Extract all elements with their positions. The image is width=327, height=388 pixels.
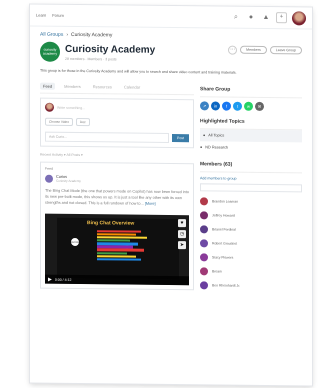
member-avatar <box>200 197 208 206</box>
share-icons: ↗ in f t w ✉ <box>200 101 302 111</box>
feed-post: Feed Curios Curiosity Academy The Bing C… <box>40 161 194 291</box>
search-icon[interactable]: ⌕ <box>231 13 241 21</box>
post-button[interactable]: Post <box>171 134 189 143</box>
play-icon[interactable]: ▶ <box>48 276 52 282</box>
video-controls: ▶ 0:00 / 4:12 <box>45 274 189 286</box>
video-title: Bing Chat Overview <box>87 220 135 227</box>
nav-link-forum[interactable]: Forum <box>52 13 64 18</box>
twitter-icon[interactable]: t <box>233 101 242 111</box>
highlighted-topics-title: Highlighted Topics <box>200 110 302 131</box>
member-item[interactable]: Brandon Leaman <box>200 197 302 206</box>
video-time: 0:00 / 4:12 <box>54 277 72 282</box>
members-title: Members (63) <box>200 153 302 174</box>
member-name: Bream <box>212 269 222 274</box>
clock-icon[interactable]: ◷ <box>178 230 186 239</box>
tag-icon: ● <box>200 145 203 150</box>
breadcrumb-separator: › <box>66 31 69 38</box>
doc-button[interactable]: Doc <box>75 118 90 127</box>
side-column: Share Group ↗ in f t w ✉ Highlighted Topics ●… <box>200 78 302 291</box>
topic-all[interactable]: ● All Topics <box>200 129 302 143</box>
group-meta: 28 members · Members · 3 posts <box>65 56 117 61</box>
member-avatar <box>200 281 208 290</box>
author-avatar[interactable] <box>45 174 53 183</box>
post-composer: Write something... Choose Video Doc Ask … <box>40 97 194 149</box>
member-item[interactable]: Brianel Ferdinal <box>200 225 302 234</box>
member-name: Ben Rheinhardt Jr. <box>212 283 241 288</box>
video-thumbnail-graphic <box>97 230 152 261</box>
breadcrumb-parent[interactable]: All Groups <box>40 32 63 38</box>
more-options-icon[interactable]: ⋯ <box>228 45 238 55</box>
member-name: Stacy Flowers <box>212 255 234 260</box>
leave-group-button[interactable]: Leave Group <box>269 46 302 55</box>
member-item[interactable]: Robert Grouttest <box>200 239 302 248</box>
member-list: Brandon Leaman Jeffrey Howard Brianel Ferd… <box>200 197 302 290</box>
topic-label: ND Research <box>205 145 229 150</box>
post-text: The Bing Chat Mode (the one that powers … <box>45 188 189 206</box>
post-label: Feed <box>45 166 53 171</box>
member-name: Brianel Ferdinal <box>212 227 236 232</box>
facebook-icon[interactable]: f <box>222 101 231 111</box>
top-nav-icons: ⌕ ● ▲ + <box>231 10 306 25</box>
tab-resources[interactable]: Resources <box>90 83 115 90</box>
header-actions: ⋯ Members Leave Group <box>228 45 302 55</box>
bell-icon[interactable]: ▲ <box>261 14 271 21</box>
member-item[interactable]: Bream <box>200 267 302 276</box>
read-more-link[interactable]: [More] <box>145 202 156 206</box>
member-name: Brandon Leaman <box>212 199 239 204</box>
group-header: curiosity academy Curiosity Academy 28 m… <box>30 38 312 69</box>
member-item[interactable]: Ben Rheinhardt Jr. <box>200 281 302 290</box>
app-window: Learn Forum ⌕ ● ▲ + All Groups › Curiosi… <box>30 4 312 386</box>
heart-icon[interactable]: ♥ <box>178 219 186 228</box>
avatar[interactable] <box>292 10 306 25</box>
video-logo: curios <box>71 237 80 247</box>
linkedin-icon[interactable]: in <box>211 101 220 111</box>
tab-feed[interactable]: Feed <box>40 82 56 90</box>
tab-calendar[interactable]: Calendar <box>121 83 143 90</box>
member-item[interactable]: Jeffrey Howard <box>200 211 302 220</box>
whatsapp-icon[interactable]: w <box>244 101 253 111</box>
member-avatar <box>200 267 208 276</box>
video-frame: Bing Chat Overview curios <box>57 217 179 280</box>
top-nav: Learn Forum ⌕ ● ▲ + <box>30 4 312 30</box>
member-avatar <box>200 239 208 248</box>
page-title: Curiosity Academy <box>65 43 156 56</box>
tag-icon: ● <box>203 133 206 138</box>
post-body: The Bing Chat Mode (the one that powers … <box>45 188 189 208</box>
member-name: Robert Grouttest <box>212 241 238 246</box>
email-icon[interactable]: ✉ <box>255 101 264 111</box>
video-player[interactable]: Bing Chat Overview curios ♥ ◷ ➤ ▶ 0:00 /… <box>45 213 189 286</box>
choose-video-button[interactable]: Choose Video <box>45 117 73 126</box>
share-group-title: Share Group <box>200 78 302 99</box>
add-members-link[interactable]: Add members to group <box>200 176 302 181</box>
topic-label: All Topics <box>208 133 225 138</box>
member-avatar <box>200 211 208 220</box>
tab-members[interactable]: Members <box>61 83 84 90</box>
main-column: Feed Members Resources Calendar Write so… <box>40 76 194 291</box>
member-name: Jeffrey Howard <box>212 213 235 218</box>
ask-input[interactable]: Ask Curio... <box>45 131 169 143</box>
group-logo: curiosity academy <box>40 41 60 62</box>
share-icon[interactable]: ↗ <box>200 101 209 111</box>
member-search-input[interactable] <box>200 183 302 193</box>
chat-icon[interactable]: ● <box>246 14 256 21</box>
composer-input[interactable]: Write something... <box>57 105 85 109</box>
member-avatar <box>200 253 208 262</box>
topic-nd-research[interactable]: ● ND Research <box>200 141 302 154</box>
feed-filter[interactable]: Recent Activity ▾ All Posts ▾ <box>40 153 194 159</box>
author-subtitle: Curiosity Academy <box>56 178 81 184</box>
breadcrumb-current: Curiosity Academy <box>71 31 113 39</box>
composer-avatar <box>45 102 54 112</box>
nav-link-learn[interactable]: Learn <box>36 13 46 18</box>
member-item[interactable]: Stacy Flowers <box>200 253 302 262</box>
send-icon[interactable]: ➤ <box>178 241 186 250</box>
video-side-controls: ♥ ◷ ➤ <box>178 219 186 250</box>
group-tabs: Feed Members Resources Calendar <box>40 76 194 96</box>
member-avatar <box>200 225 208 234</box>
members-button[interactable]: Members <box>240 45 267 55</box>
plus-icon[interactable]: + <box>276 12 287 24</box>
